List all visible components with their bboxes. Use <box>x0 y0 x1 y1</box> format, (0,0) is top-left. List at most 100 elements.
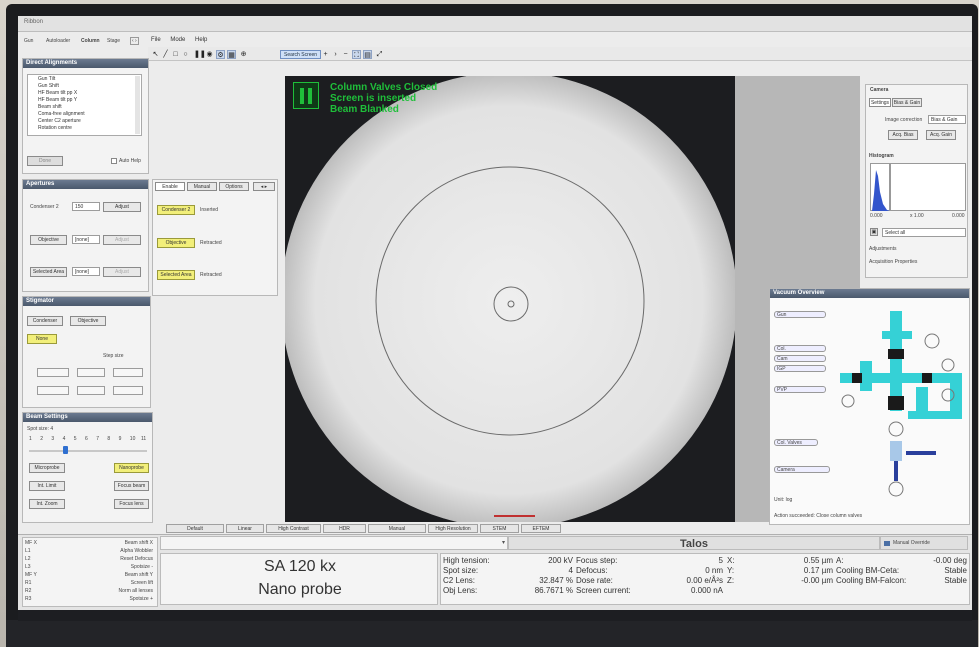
tab-column[interactable]: Column <box>81 38 100 44</box>
spot-tick-label: 2 <box>40 436 43 442</box>
mode-tab[interactable]: Linear <box>226 524 264 533</box>
nanoprobe-button[interactable]: Nanoprobe <box>114 463 149 473</box>
microprobe-button[interactable]: Microprobe <box>29 463 65 473</box>
image-correction-select[interactable]: Bias & Gain <box>928 115 966 124</box>
done-button[interactable]: Done <box>27 156 63 166</box>
stig-x-step[interactable] <box>77 368 105 377</box>
stig-x-field[interactable] <box>37 368 69 377</box>
search-screen-button[interactable]: Search Screen <box>280 50 322 59</box>
mode-tab[interactable]: High Resolution <box>428 524 478 533</box>
tab-gun[interactable]: Gun <box>24 38 33 44</box>
selected-area-button[interactable]: Selected Area <box>30 267 67 277</box>
alignment-item[interactable]: Center C2 aperture <box>38 118 141 125</box>
user-mode-label[interactable]: Manual Override <box>893 540 930 546</box>
objective-select[interactable]: [none] <box>72 235 100 244</box>
settings-icon[interactable]: ⚙ <box>216 50 225 59</box>
tab-bias-gain[interactable]: Bias & Gain <box>892 98 922 107</box>
flap-button-assignments: MF X Beam shift X L1 Alpha Wobbler L2 Reset D… <box>22 537 158 607</box>
tab-options[interactable]: Options <box>219 182 249 191</box>
adjust-button[interactable]: Adjust <box>103 202 141 212</box>
selected-area-select[interactable]: [none] <box>72 267 100 276</box>
chevron-down-icon[interactable]: ▾ <box>499 536 508 550</box>
auto-help-checkbox[interactable] <box>111 158 117 164</box>
display-select[interactable]: Select all <box>882 228 966 237</box>
zoom-out-icon[interactable]: − <box>341 50 350 59</box>
flap-button-action: Beam shift Y <box>124 572 153 578</box>
focus-beam-button[interactable]: Focus beam <box>114 481 149 491</box>
mode-tab[interactable]: Manual <box>368 524 426 533</box>
condenser-select[interactable]: 150 <box>72 202 100 211</box>
spot-tick-label: 11 <box>141 436 147 442</box>
mode-tab[interactable]: High Contrast <box>266 524 321 533</box>
tab-stage[interactable]: Stage <box>107 38 120 44</box>
alignment-item[interactable]: HF Beam tilt pp X <box>38 90 141 97</box>
objective-toggle-button[interactable]: Objective <box>157 238 195 248</box>
objective-adjust-button[interactable]: Adjust <box>103 235 141 245</box>
zoom-in-icon[interactable]: + <box>321 50 330 59</box>
full-screen-icon[interactable]: ⤢ <box>375 50 384 59</box>
spot-size-label: Spot size: 4 <box>27 426 54 432</box>
menu-mode[interactable]: Mode <box>170 37 185 43</box>
pause-icon[interactable]: ❚❚ <box>194 50 206 59</box>
live-image-viewport[interactable]: Column Valves Closed Screen is inserted … <box>285 76 735 522</box>
intensity-zoom-button[interactable]: Int. Zoom <box>29 499 65 509</box>
condenser-stig-button[interactable]: Condenser <box>27 316 63 326</box>
alignment-item[interactable]: Beam shift <box>38 104 141 111</box>
step-size-label: Step size <box>103 353 124 359</box>
tab-scroll-arrows-icon[interactable]: ◂ ▸ <box>253 182 275 191</box>
menu-file[interactable]: File <box>151 37 161 43</box>
tab-enable[interactable]: Enable <box>155 182 185 191</box>
condenser2-toggle-button[interactable]: Condenser 2 <box>157 205 195 215</box>
stig-y-step[interactable] <box>77 386 105 395</box>
mode-tab[interactable]: Default <box>166 524 224 533</box>
condenser2-state: Inserted <box>200 207 219 213</box>
alignment-item[interactable]: Rotation centre <box>38 125 141 132</box>
camera-icon[interactable]: ◉ <box>205 50 214 59</box>
tab-autoloader[interactable]: Autoloader <box>46 38 70 44</box>
line-icon[interactable]: ╱ <box>161 50 170 59</box>
adjustments-header[interactable]: Adjustments <box>869 246 897 252</box>
fit-icon[interactable]: ⛶ <box>352 50 361 59</box>
selected-area-adjust-button[interactable]: Adjust <box>103 267 141 277</box>
menu-bar: File Mode Help <box>151 37 215 43</box>
alignment-item[interactable]: Gun Shift <box>38 83 141 90</box>
stig-x-step2[interactable] <box>113 368 143 377</box>
none-stig-button[interactable]: None <box>27 334 57 344</box>
pointer-icon[interactable]: ↖ <box>151 50 160 59</box>
acq-gain-button[interactable]: Acq. Gain <box>926 130 956 140</box>
mode-tab[interactable]: STEM <box>480 524 519 533</box>
selected-area-toggle-button[interactable]: Selected Area <box>157 270 195 280</box>
layout-icon[interactable]: ▤ <box>363 50 372 59</box>
objective-state: Retracted <box>200 240 222 246</box>
circle-icon[interactable]: ○ <box>181 50 190 59</box>
mode-tab[interactable]: HDR <box>323 524 366 533</box>
objective-aperture-button[interactable]: Objective <box>30 235 67 245</box>
stig-y-field[interactable] <box>37 386 69 395</box>
acquisition-properties-header[interactable]: Acquisition Properties <box>869 259 917 265</box>
crosshair-icon[interactable]: ⊕ <box>239 50 248 59</box>
alignment-item[interactable]: Gun Tilt <box>38 76 141 83</box>
menu-help[interactable]: Help <box>195 37 207 43</box>
alignment-item[interactable]: HF Beam tilt pp Y <box>38 97 141 104</box>
focus-lens-button[interactable]: Focus lens <box>114 499 149 509</box>
acq-bias-button[interactable]: Acq. Bias <box>888 130 918 140</box>
c2-value: 32.847 % <box>539 576 573 585</box>
alignments-scrollbar[interactable] <box>135 76 140 134</box>
spot-size-slider-knob[interactable] <box>62 446 68 454</box>
tab-manual[interactable]: Manual <box>187 182 217 191</box>
stig-y-step2[interactable] <box>113 386 143 395</box>
spot-size-slider-track[interactable] <box>29 450 147 452</box>
mode-tab[interactable]: EFTEM <box>521 524 561 533</box>
grid-icon[interactable]: ▦ <box>227 50 236 59</box>
histogram-area[interactable] <box>890 163 966 211</box>
intensity-limit-button[interactable]: Int. Limit <box>29 481 65 491</box>
display-icon[interactable]: ▣ <box>870 228 878 236</box>
histogram-min: 0.000 <box>870 213 883 219</box>
rectangle-icon[interactable]: □ <box>171 50 180 59</box>
tab-camera-settings[interactable]: Settings <box>869 98 891 107</box>
alignment-item[interactable]: Coma-free alignment <box>38 111 141 118</box>
arrow-right-icon[interactable]: › <box>331 50 340 59</box>
condenser-label: Condenser 2 <box>30 204 59 210</box>
tab-scroll-arrows-icon[interactable]: ‹ › <box>130 37 139 45</box>
objective-stig-button[interactable]: Objective <box>70 316 106 326</box>
